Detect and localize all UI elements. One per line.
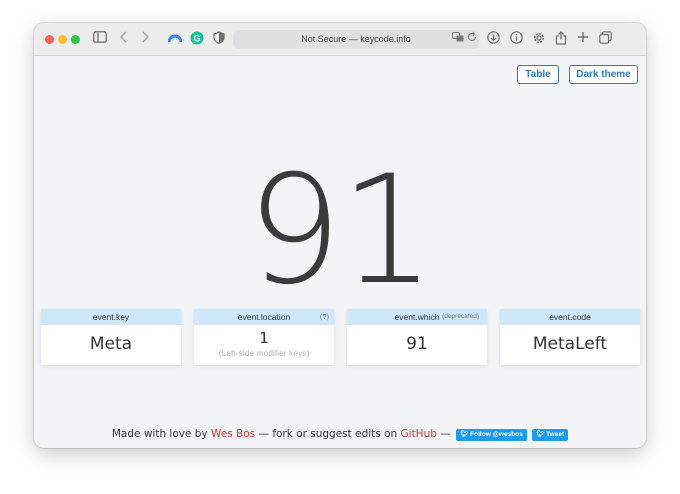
sidebar-icon[interactable] [91,30,109,48]
footer-dash: — [440,428,451,440]
zoom-window-button[interactable] [71,35,80,44]
twitter-bird-icon: 🐦︎ [460,431,469,438]
card-value: 91 [406,334,428,354]
tweet-button[interactable]: 🐦︎ Tweet [532,429,569,441]
follow-label: Follow @wesbos [470,431,523,438]
address-text: Not Secure — keycode.info [301,34,411,44]
card-value: Meta [89,334,133,354]
footer-fork-text: — fork or suggest edits on [258,428,398,440]
card-label: event.which [394,312,440,322]
card-label: event.key [41,309,181,325]
tweet-label: Tweet [546,431,565,438]
browser-toolbar: G Not Secure — keycode.info [34,23,646,56]
twitter-bird-icon: 🐦︎ [536,431,545,438]
grammarly-icon[interactable]: G [188,30,206,48]
extension-icon[interactable] [166,30,184,48]
back-icon[interactable] [115,30,133,48]
location-help-link[interactable]: (?) [320,309,329,325]
close-window-button[interactable] [45,35,54,44]
info-icon[interactable] [507,30,525,48]
translate-icon[interactable] [451,31,465,48]
event-key-card: event.key Meta [41,309,181,365]
card-value: 1 [259,329,269,347]
author-link[interactable]: Wes Bos [211,428,255,440]
gear-icon[interactable] [530,30,548,48]
reload-icon[interactable] [465,31,479,48]
dark-theme-button[interactable]: Dark theme [569,65,638,84]
event-location-card: event.location (?) 1 (Left-side modifier… [194,309,334,365]
page-content: Table Dark theme 91 event.key Meta event… [34,56,646,448]
browser-window: G Not Secure — keycode.info Table Dark t… [34,23,646,448]
footer: Made with love by Wes Bos — fork or sugg… [34,428,646,441]
shield-icon[interactable] [210,30,228,48]
table-button[interactable]: Table [517,65,559,84]
deprecated-link[interactable]: (deprecated) [442,309,479,325]
svg-text:G: G [193,34,200,44]
event-code-card: event.code MetaLeft [500,309,640,365]
follow-button[interactable]: 🐦︎ Follow @wesbos [456,429,527,441]
share-icon[interactable] [552,30,570,48]
card-label: event.code [500,309,640,325]
download-icon[interactable] [484,30,502,48]
new-tab-icon[interactable] [574,30,592,48]
card-header: event.location (?) [194,309,334,325]
card-label: event.location [237,312,291,322]
card-value: MetaLeft [532,334,608,354]
event-which-card: event.which (deprecated) 91 [347,309,487,365]
keycode-display: 91 [246,144,436,318]
card-subtext: (Left-side modifier keys) [218,348,310,358]
forward-icon[interactable] [136,30,154,48]
footer-made-with: Made with love by [111,428,208,440]
tabs-icon[interactable] [596,30,614,48]
minimize-window-button[interactable] [58,35,67,44]
address-bar[interactable]: Not Secure — keycode.info [233,30,479,49]
card-header: event.which (deprecated) [347,309,487,325]
github-link[interactable]: GitHub [401,428,437,440]
